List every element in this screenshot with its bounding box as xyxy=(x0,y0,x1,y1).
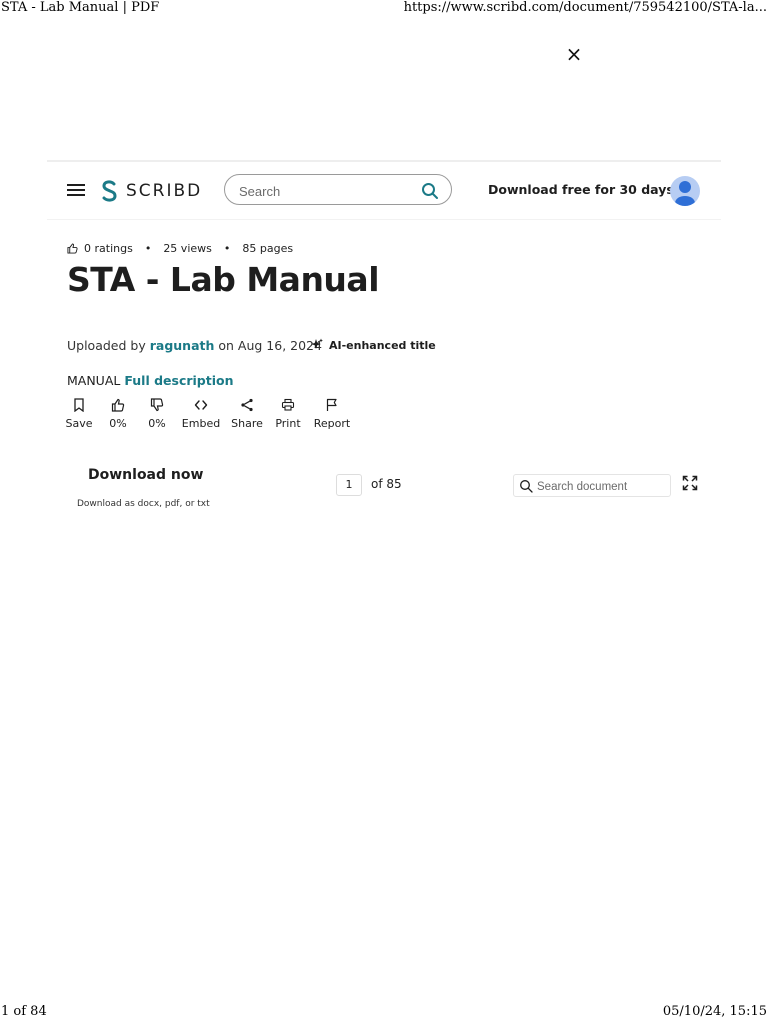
thumbs-down-icon xyxy=(150,398,164,412)
code-icon xyxy=(194,400,208,410)
printer-icon xyxy=(281,398,295,411)
top-navigation-bar: SCRIBD Download free for 30 days xyxy=(47,160,721,220)
print-header: STA - Lab Manual | PDF https://www.scrib… xyxy=(0,0,768,18)
print-footer: 1 of 84 05/10/24, 15:15 xyxy=(0,1004,768,1024)
report-button[interactable]: Report xyxy=(312,398,352,430)
print-page-count: 1 of 84 xyxy=(1,1004,47,1019)
page-number-input[interactable]: 1 xyxy=(336,474,362,496)
dislike-percentage: 0% xyxy=(148,417,166,430)
pages-count: 85 pages xyxy=(242,242,294,255)
separator: • xyxy=(144,242,152,255)
uploaded-info: Uploaded by ragunath on Aug 16, 2024 xyxy=(67,338,322,353)
print-label: Print xyxy=(275,417,301,430)
embed-label: Embed xyxy=(181,417,221,430)
views-count: 25 views xyxy=(163,242,212,255)
uploaded-date: on Aug 16, 2024 xyxy=(218,338,322,353)
search-icon xyxy=(520,480,533,493)
ai-enhanced-label: AI-enhanced title xyxy=(329,338,436,352)
bookmark-icon xyxy=(74,398,84,412)
flag-icon xyxy=(326,398,337,411)
save-button[interactable]: Save xyxy=(60,398,98,430)
thumbs-up-icon xyxy=(111,398,125,412)
thumbs-up-outline-icon xyxy=(67,243,78,254)
user-avatar-icon[interactable] xyxy=(670,176,700,206)
logo-text: SCRIBD xyxy=(126,181,203,201)
print-url: https://www.scribd.com/document/75954210… xyxy=(403,0,767,15)
search-icon[interactable] xyxy=(421,182,439,200)
document-title: STA - Lab Manual xyxy=(67,260,380,299)
separator: • xyxy=(223,242,231,255)
embed-button[interactable]: Embed xyxy=(181,398,221,430)
print-button[interactable]: Print xyxy=(273,398,303,430)
category-line: MANUAL Full description xyxy=(67,373,234,388)
download-formats-text: Download as docx, pdf, or txt xyxy=(77,499,210,509)
uploader-link[interactable]: ragunath xyxy=(150,338,215,353)
share-button[interactable]: Share xyxy=(230,398,264,430)
scribd-logo[interactable]: SCRIBD xyxy=(99,176,202,206)
sparkle-icon xyxy=(311,338,323,349)
dislike-button[interactable]: 0% xyxy=(141,398,173,430)
scribd-logo-icon xyxy=(102,180,117,202)
ratings-count: 0 ratings xyxy=(84,242,133,255)
print-timestamp: 05/10/24, 15:15 xyxy=(662,1004,767,1019)
full-description-link[interactable]: Full description xyxy=(124,373,233,388)
like-percentage: 0% xyxy=(109,417,127,430)
ai-enhanced-badge: AI-enhanced title xyxy=(310,338,436,352)
share-label: Share xyxy=(231,417,263,430)
category-label: MANUAL xyxy=(67,373,121,388)
document-stats: 0 ratings • 25 views • 85 pages xyxy=(67,242,293,255)
save-label: Save xyxy=(65,417,93,430)
uploaded-prefix: Uploaded by xyxy=(67,338,146,353)
close-icon[interactable]: × xyxy=(565,44,583,64)
download-free-button[interactable]: Download free for 30 days xyxy=(488,182,674,197)
document-search[interactable] xyxy=(513,474,671,497)
share-icon xyxy=(241,398,253,412)
document-search-input[interactable] xyxy=(535,477,669,496)
print-page-title: STA - Lab Manual | PDF xyxy=(1,0,160,15)
site-search[interactable] xyxy=(224,174,452,205)
report-label: Report xyxy=(313,417,351,430)
like-button[interactable]: 0% xyxy=(102,398,134,430)
menu-icon[interactable] xyxy=(67,184,85,198)
download-now-button[interactable]: Download now xyxy=(88,467,203,483)
fullscreen-icon[interactable] xyxy=(682,475,698,491)
site-search-input[interactable] xyxy=(237,180,411,202)
total-pages-label: of 85 xyxy=(371,477,402,491)
